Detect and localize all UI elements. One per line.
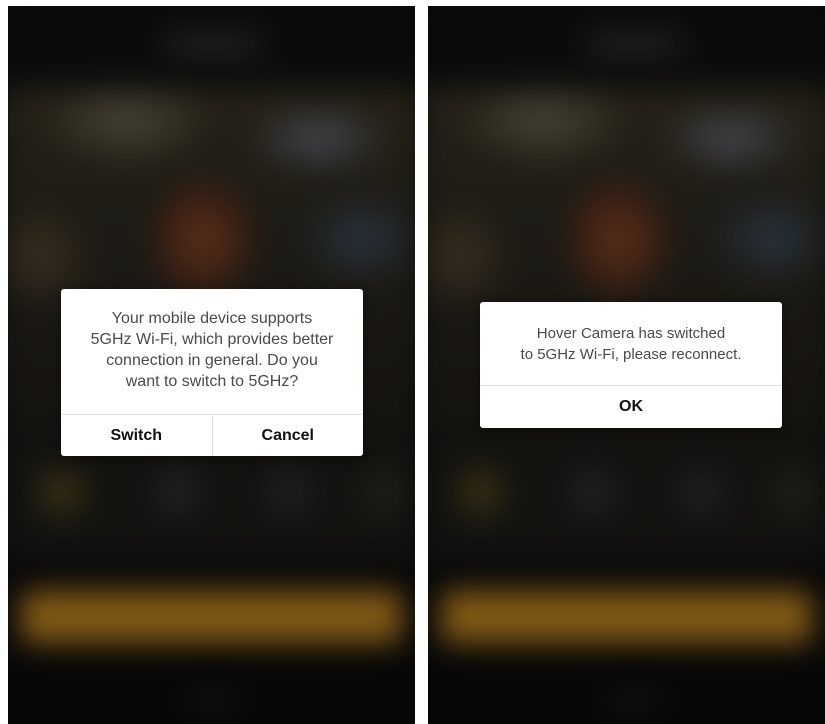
cancel-button[interactable]: Cancel (211, 415, 364, 456)
reconnect-dialog: Hover Camera has switched to 5GHz Wi-Fi,… (480, 302, 782, 428)
phone-screen-right: Hover Camera has switched to 5GHz Wi-Fi,… (428, 6, 825, 724)
phone-screen-left: Your mobile device supports 5GHz Wi-Fi, … (8, 6, 415, 724)
switch-wifi-dialog: Your mobile device supports 5GHz Wi-Fi, … (61, 289, 363, 456)
switch-button[interactable]: Switch (61, 415, 212, 456)
dialog-message: Your mobile device supports 5GHz Wi-Fi, … (90, 310, 334, 390)
dialog-actions: OK (480, 385, 782, 428)
dialog-actions: Switch Cancel (61, 414, 363, 456)
screenshot-canvas: Your mobile device supports 5GHz Wi-Fi, … (0, 0, 825, 724)
dialog-message: Hover Camera has switched to 5GHz Wi-Fi,… (520, 325, 742, 363)
ok-button[interactable]: OK (480, 386, 782, 428)
